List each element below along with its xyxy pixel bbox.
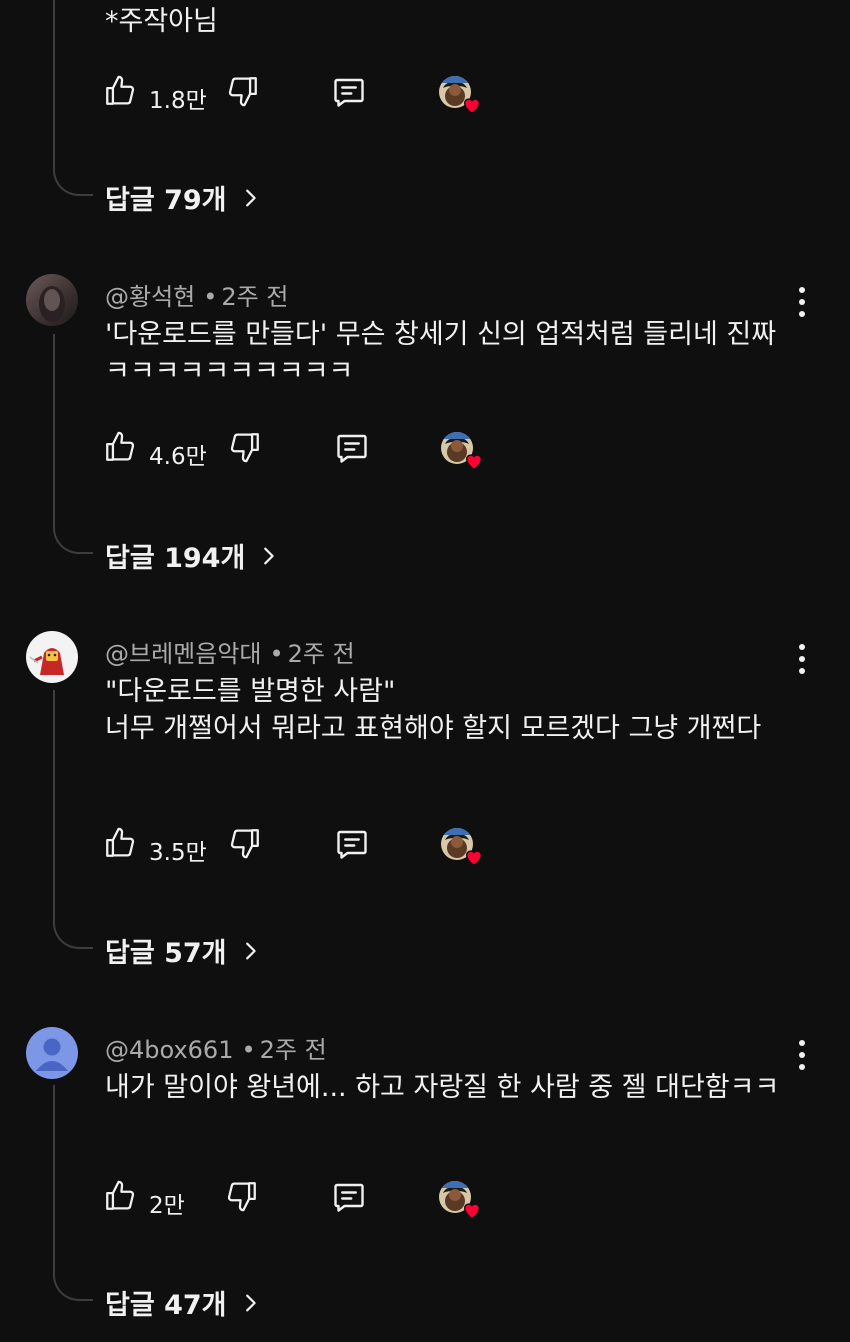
like-count: 1.8만: [149, 88, 207, 114]
chevron-right-icon: [239, 187, 261, 209]
comment-icon: [331, 74, 367, 110]
reply-button[interactable]: [334, 826, 370, 866]
like-count: 2만: [149, 1193, 185, 1219]
like-count: 4.6만: [149, 444, 207, 470]
avatar-image: [39, 286, 65, 322]
default-avatar-icon: [36, 1038, 68, 1071]
comment-text: 내가 말이야 왕년에... 하고 자랑질 한 사람 중 젤 대단함ㅋㅋ: [105, 1072, 780, 1103]
avatar[interactable]: [26, 1027, 78, 1079]
thumbs-up-icon: [103, 430, 137, 464]
thumbs-down-icon: [226, 74, 260, 108]
comment-actions: 2만: [103, 1179, 503, 1219]
heart-icon: [461, 1199, 483, 1221]
more-vertical-icon[interactable]: [796, 286, 808, 318]
view-replies-button[interactable]: 답글 79개: [105, 178, 261, 217]
replies-label: 답글 194개: [105, 543, 246, 574]
heart-icon: [463, 450, 485, 472]
comment-icon: [334, 430, 370, 466]
more-vertical-icon[interactable]: [796, 1039, 808, 1071]
comment-actions: 4.6만: [103, 430, 503, 470]
comment-icon: [334, 826, 370, 862]
like-button[interactable]: [103, 74, 137, 112]
chevron-right-icon: [239, 940, 261, 962]
heart-icon: [461, 94, 483, 116]
like-button[interactable]: [103, 826, 137, 864]
comment-header: @황석현 • 2주 전: [105, 283, 289, 311]
dislike-button[interactable]: [228, 430, 262, 468]
reply-button[interactable]: [331, 1179, 367, 1219]
comment-text: *주작아님: [105, 6, 218, 37]
author-name[interactable]: @4box661: [105, 1036, 233, 1064]
avatar[interactable]: [26, 274, 78, 326]
comment-text: "다운로드를 발명한 사람" 너무 개쩔어서 뭐라고 표현해야 할지 모르겠다 …: [105, 676, 762, 744]
dislike-button[interactable]: [226, 74, 260, 112]
heart-icon: [463, 846, 485, 868]
comment-icon: [331, 1179, 367, 1215]
comment-header: @4box661 • 2주 전: [105, 1036, 327, 1064]
comment-header: @브레멘음악대 • 2주 전: [105, 640, 355, 668]
replies-label: 답글 47개: [105, 1290, 227, 1321]
thumbs-down-icon: [228, 430, 262, 464]
reply-button[interactable]: [331, 74, 367, 114]
comment-actions: 1.8만: [103, 74, 503, 114]
chevron-right-icon: [257, 545, 279, 567]
view-replies-button[interactable]: 답글 194개: [105, 536, 279, 575]
chevron-right-icon: [239, 1292, 261, 1314]
avatar-image: [29, 648, 64, 675]
replies-label: 답글 57개: [105, 938, 227, 969]
reply-button[interactable]: [334, 430, 370, 470]
replies-label: 답글 79개: [105, 185, 227, 216]
comment-time: 2주 전: [259, 1036, 327, 1064]
comment-text: '다운로드를 만들다' 무슨 창세기 신의 업적처럼 들리네 진짜 ㅋㅋㅋㅋㅋㅋ…: [105, 319, 785, 387]
more-vertical-icon[interactable]: [796, 643, 808, 675]
comment-time: 2주 전: [221, 283, 289, 311]
dislike-button[interactable]: [228, 826, 262, 864]
thumbs-up-icon: [103, 1179, 137, 1213]
like-button[interactable]: [103, 430, 137, 468]
author-name[interactable]: @브레멘음악대: [105, 640, 261, 668]
like-button[interactable]: [103, 1179, 137, 1217]
thumbs-down-icon: [225, 1179, 259, 1213]
avatar[interactable]: [26, 631, 78, 683]
view-replies-button[interactable]: 답글 47개: [105, 1283, 261, 1322]
comment-time: 2주 전: [287, 640, 355, 668]
thumbs-up-icon: [103, 826, 137, 860]
dislike-button[interactable]: [225, 1179, 259, 1217]
thumbs-up-icon: [103, 74, 137, 108]
view-replies-button[interactable]: 답글 57개: [105, 931, 261, 970]
comment-actions: 3.5만: [103, 826, 503, 866]
author-name[interactable]: @황석현: [105, 283, 195, 311]
thumbs-down-icon: [228, 826, 262, 860]
like-count: 3.5만: [149, 840, 207, 866]
